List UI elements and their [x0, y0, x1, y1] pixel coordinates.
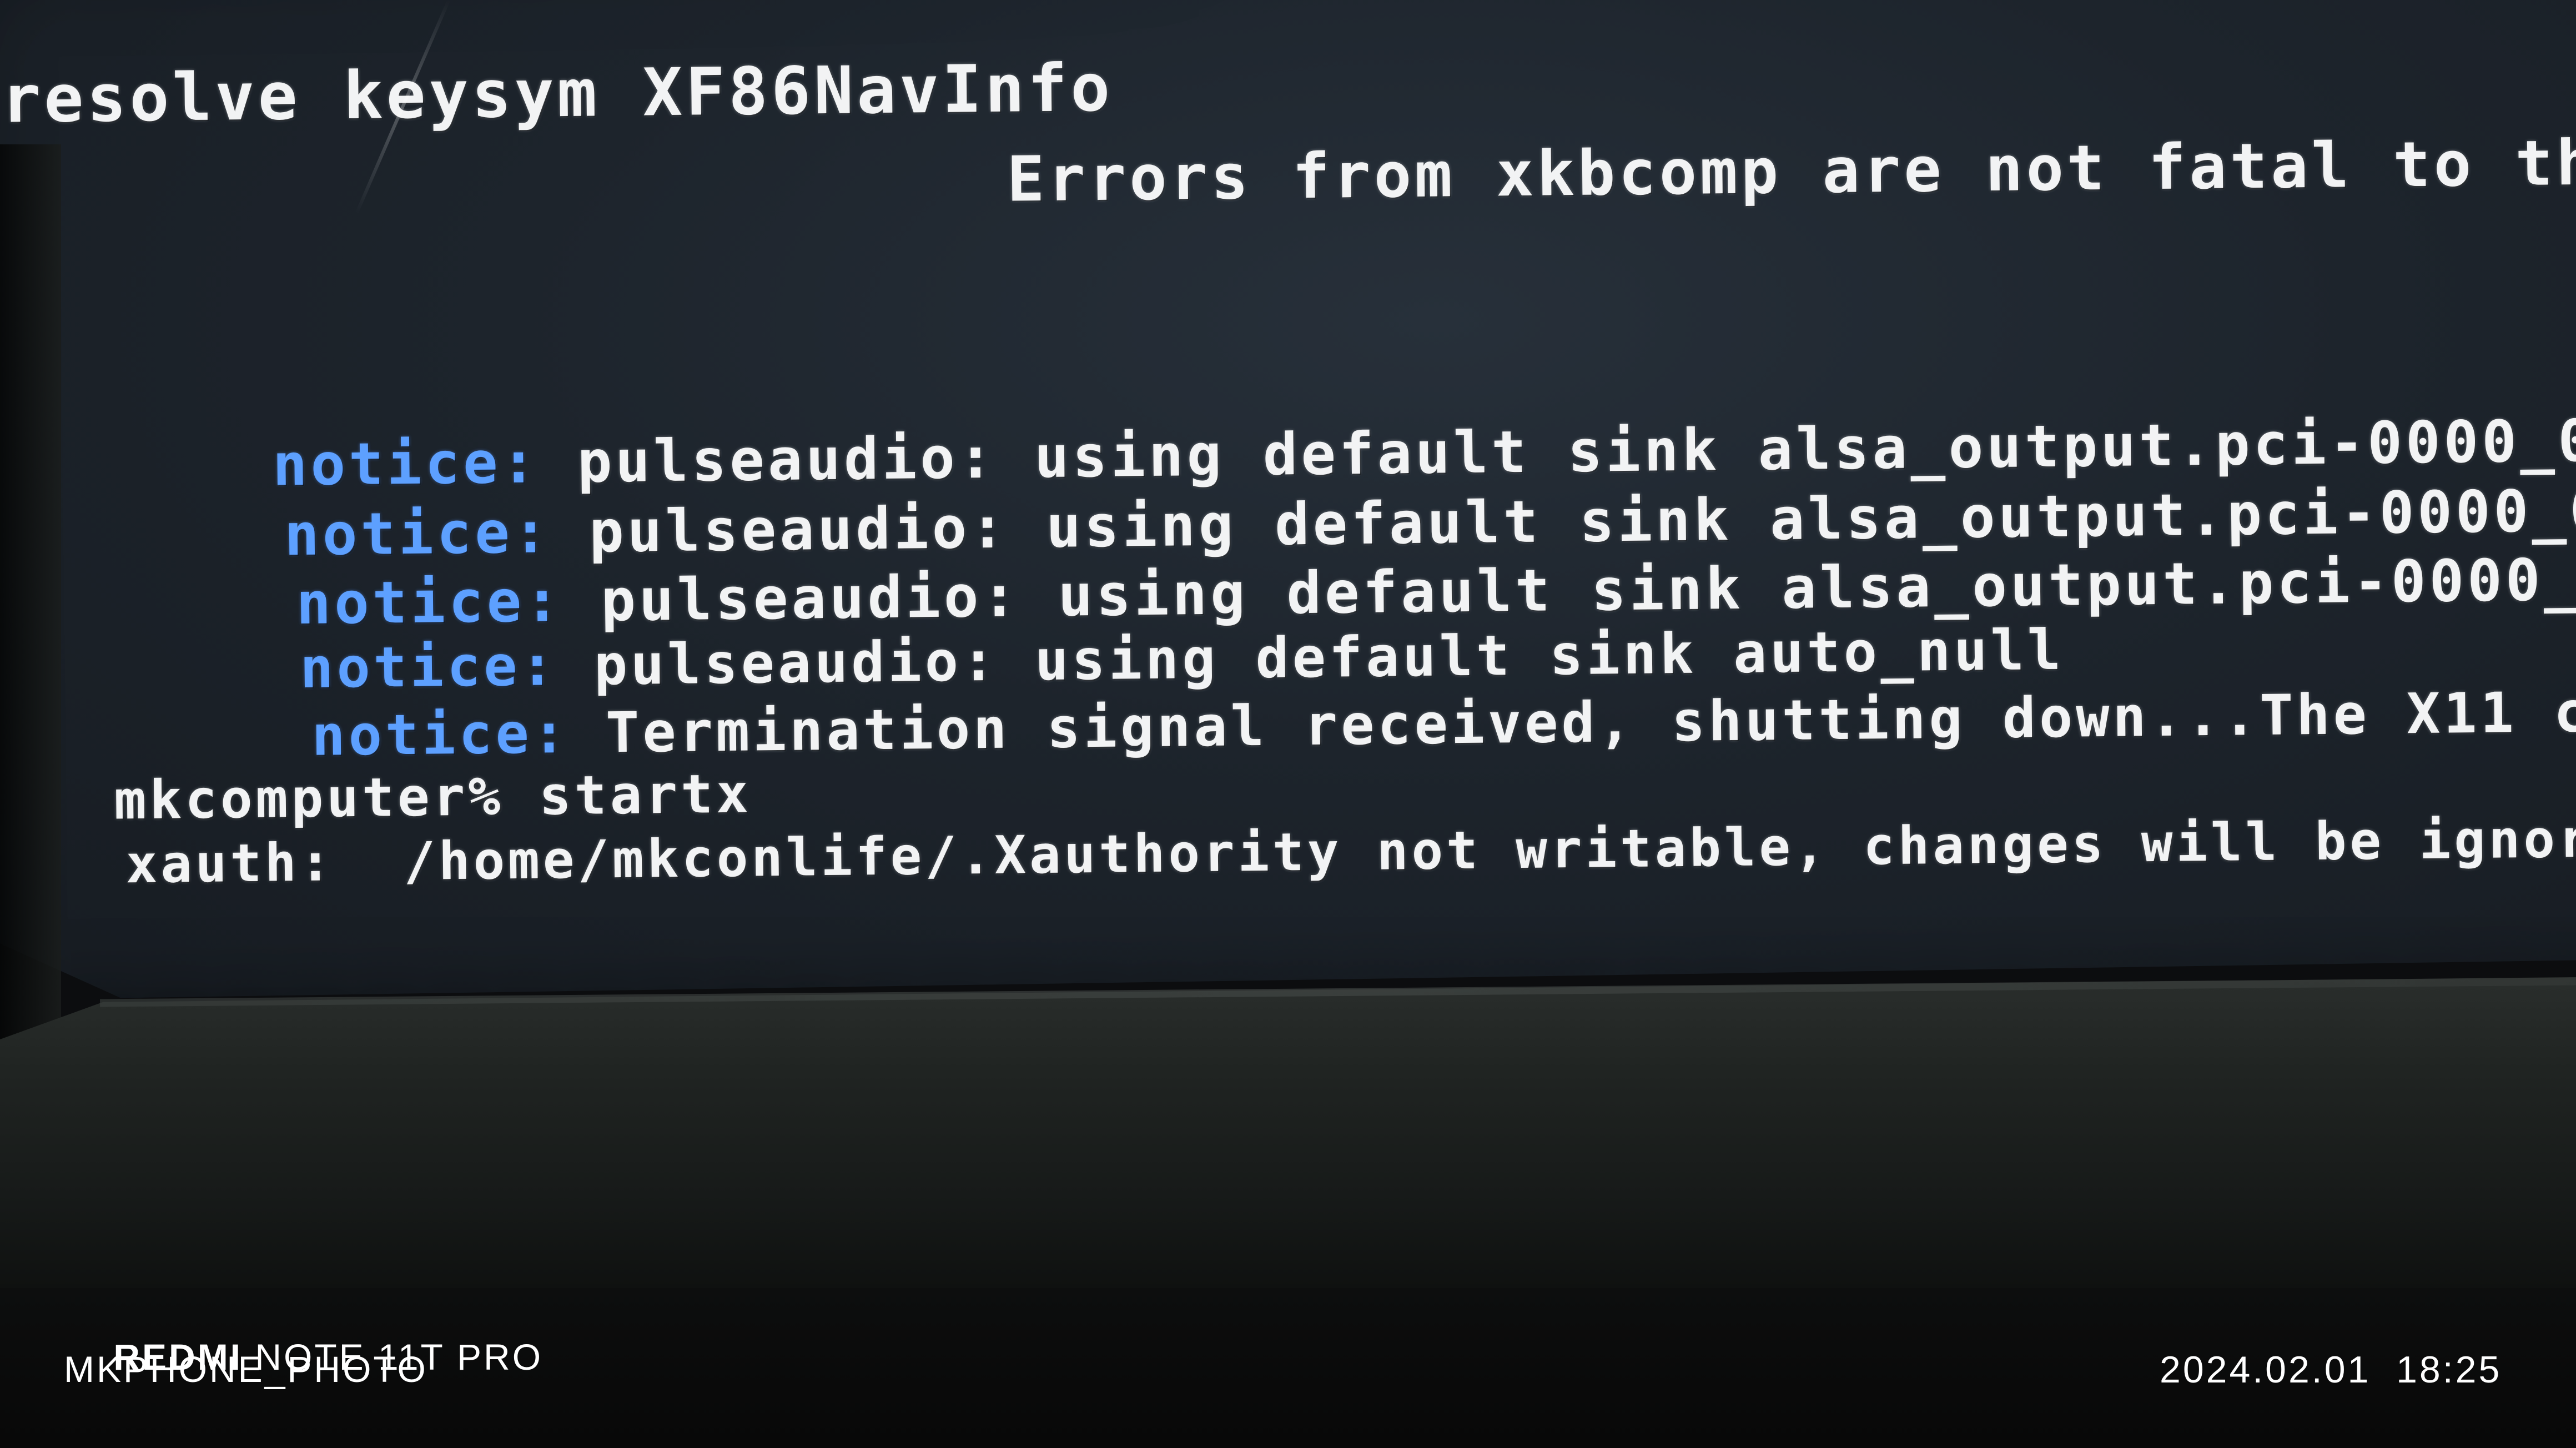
- camera-watermark-tag: MKPHONE_PHOTO: [64, 1349, 428, 1390]
- terminal-line-keysym: resolve keysym XF86NavInfo: [1, 49, 1114, 138]
- terminal-line-xkbcomp: Errors from xkbcomp are not fatal to the…: [1007, 126, 2576, 216]
- photo-frame: resolve keysym XF86NavInfo Errors from x…: [0, 0, 2576, 1448]
- notice-message: Termination signal received, shutting do…: [605, 676, 2576, 766]
- monitor-screen: resolve keysym XF86NavInfo Errors from x…: [0, 0, 2576, 999]
- terminal-line-prompt: mkcomputer% startx: [113, 762, 752, 832]
- monitor-bezel: [0, 977, 2576, 1288]
- camera-watermark-datetime: 2024.02.01 18:25: [2160, 1349, 2502, 1391]
- notice-tag: notice:: [311, 700, 570, 768]
